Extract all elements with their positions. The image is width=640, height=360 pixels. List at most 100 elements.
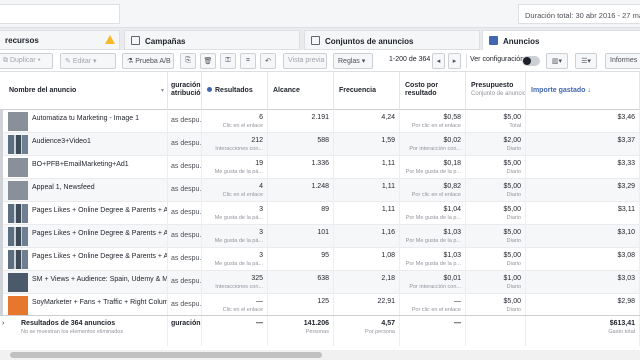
cell-freq: 22,91	[334, 294, 400, 317]
footer-summary: › Resultados de 364 anuncios No se muest…	[0, 316, 168, 346]
col-frecuencia[interactable]: Frecuencia	[334, 72, 400, 110]
account-selector[interactable]	[0, 4, 120, 24]
cell-attr-value: as despu...	[171, 140, 202, 147]
cell-res-sub: Me gusta de la pá...	[214, 261, 263, 267]
tab-conjuntos[interactable]: Conjuntos de anuncios	[304, 30, 480, 50]
cell-freq: 1,08	[334, 248, 400, 271]
next-page-icon[interactable]: ▸	[448, 53, 461, 69]
cell-spent: $3,37	[526, 133, 640, 156]
tab-recursos[interactable]: recursos	[0, 30, 120, 50]
ad-name[interactable]: Pages Likes + Online Degree & Parents + …	[32, 253, 167, 260]
ad-name[interactable]: Audience3+Video1	[32, 138, 91, 145]
cell-res-value: 19	[255, 160, 263, 167]
col-importe[interactable]: Importe gastado ↓	[526, 72, 640, 110]
cell-reach: 638	[268, 271, 334, 294]
prev-page-icon[interactable]: ◂	[432, 53, 445, 69]
col-alcance[interactable]: Alcance	[268, 72, 334, 110]
ad-name[interactable]: SoyMarketer + Fans + Traffic + Right Col…	[32, 299, 167, 306]
table-row[interactable]: Automatiza tu Marketing - Image 1 as desp…	[0, 110, 640, 133]
clipboard-icon[interactable]: ⎘	[180, 53, 196, 69]
level-tabs: recursos Campañas Conjuntos de anuncios …	[0, 28, 640, 50]
top-bar: Duración total: 30 abr 2016 - 27 may 202…	[0, 0, 640, 28]
col-presupuesto[interactable]: Presupuesto Conjunto de anuncios	[466, 72, 526, 110]
table-row[interactable]: Pages Likes + Online Degree & Parents + …	[0, 225, 640, 248]
lock-icon[interactable]: ⚿	[220, 53, 236, 69]
cell-res: — Clic en el enlace	[202, 294, 268, 317]
cell-attr-value: as despu...	[171, 163, 202, 170]
cell-res-value: 3	[259, 206, 263, 213]
cell-cost: $1,03 Por Me gusta de la p...	[400, 248, 466, 271]
columns-icon[interactable]: ▥▾	[546, 53, 568, 69]
cell-cost: $0,01 Por interacción con...	[400, 271, 466, 294]
table-row[interactable]: SM + Views + Audience: Spain, Udemy & Ma…	[0, 271, 640, 294]
ad-thumbnail	[8, 296, 28, 315]
cell-spent: $3,11	[526, 202, 640, 225]
cell-freq-value: 1,16	[381, 229, 395, 236]
cell-spent: $3,03	[526, 271, 640, 294]
ad-name[interactable]: SM + Views + Audience: Spain, Udemy & Ma…	[32, 276, 167, 283]
tab-campanas[interactable]: Campañas	[124, 30, 300, 50]
expand-icon[interactable]: ›	[2, 320, 4, 327]
ad-name-cell[interactable]: Pages Likes + Online Degree & Parents + …	[0, 202, 168, 225]
cell-budget-sub: Diario	[506, 169, 521, 175]
cell-attr: as despu...	[168, 225, 202, 248]
ad-thumbnail	[8, 158, 28, 177]
date-range-picker[interactable]: Duración total: 30 abr 2016 - 27 may 202…	[518, 4, 640, 24]
cell-spent-value: $2,98	[617, 298, 635, 305]
footer-presupuesto	[466, 316, 526, 346]
cell-cost-value: —	[454, 298, 461, 305]
cell-budget-value: $2,00	[503, 137, 521, 144]
duplicate-button[interactable]: ⧉ Duplicar ▾	[0, 53, 53, 69]
scrollbar-thumb[interactable]	[10, 352, 322, 358]
ad-name-cell[interactable]: Audience3+Video1	[0, 133, 168, 156]
cell-spent: $2,98	[526, 294, 640, 317]
table-row[interactable]: BO+PFB+EmailMarketing+Ad1 as despu... 19 Me…	[0, 156, 640, 179]
trash-icon[interactable]: 🗑	[200, 53, 216, 69]
ad-name[interactable]: BO+PFB+EmailMarketing+Ad1	[32, 161, 129, 168]
table-row[interactable]: Audience3+Video1 as despu... 212 Interaccio…	[0, 133, 640, 156]
cell-spent-value: $3,37	[617, 137, 635, 144]
ad-name[interactable]: Appeal 1, Newsfeed	[32, 184, 95, 191]
ad-name-cell[interactable]: Pages Likes + Online Degree & Parents + …	[0, 248, 168, 271]
ad-name[interactable]: Pages Likes + Online Degree & Parents + …	[32, 207, 167, 214]
ads-table: Nombre del anuncio ▾ guración atribución …	[0, 72, 640, 360]
table-row[interactable]: Pages Likes + Online Degree & Parents + …	[0, 202, 640, 225]
cell-res: 3 Me gusta de la pá...	[202, 225, 268, 248]
table-row[interactable]: SoyMarketer + Fans + Traffic + Right Col…	[0, 294, 640, 317]
footer-importe-sub: Gasto total	[608, 329, 635, 335]
ad-name-cell[interactable]: SoyMarketer + Fans + Traffic + Right Col…	[0, 294, 168, 317]
cell-budget-sub: Diario	[506, 192, 521, 198]
horizontal-scrollbar[interactable]	[0, 350, 640, 360]
reports-button[interactable]: Informes	[605, 53, 640, 69]
cell-spent-value: $3,10	[617, 229, 635, 236]
ab-test-button[interactable]: ⚗ Prueba A/B	[122, 53, 174, 69]
ad-name[interactable]: Automatiza tu Marketing - Image 1	[32, 115, 139, 122]
col-costo[interactable]: Costo por resultado	[400, 72, 466, 110]
ad-thumbnail	[8, 250, 28, 269]
ad-name[interactable]: Pages Likes + Online Degree & Parents + …	[32, 230, 167, 237]
undo-icon[interactable]: ↶	[260, 53, 276, 69]
view-config-toggle[interactable]	[522, 56, 540, 66]
ad-name-cell[interactable]: SM + Views + Audience: Spain, Udemy & Ma…	[0, 271, 168, 294]
ad-name-cell[interactable]: Pages Likes + Online Degree & Parents + …	[0, 225, 168, 248]
table-row[interactable]: Appeal 1, Newsfeed as despu... 4 Clic en el…	[0, 179, 640, 202]
table-row[interactable]: Pages Likes + Online Degree & Parents + …	[0, 248, 640, 271]
tab-conjuntos-label: Conjuntos de anuncios	[325, 37, 414, 46]
tag-icon[interactable]: ⌗	[240, 53, 256, 69]
cell-budget-sub: Diario	[506, 146, 521, 152]
edit-button[interactable]: ✎ Editar ▾	[60, 53, 116, 69]
rules-button[interactable]: Reglas ▾	[333, 53, 373, 69]
breakdown-icon[interactable]: ☰▾	[575, 53, 597, 69]
col-nombre[interactable]: Nombre del anuncio ▾	[0, 72, 168, 110]
preview-button[interactable]: Vista previa	[283, 53, 327, 69]
ad-name-cell[interactable]: BO+PFB+EmailMarketing+Ad1	[0, 156, 168, 179]
col-atribucion[interactable]: guración atribución	[168, 72, 202, 110]
tab-anuncios[interactable]: Anuncios	[482, 30, 640, 50]
ad-name-cell[interactable]: Automatiza tu Marketing - Image 1	[0, 110, 168, 133]
cell-budget: $5,00 Total	[466, 110, 526, 133]
ad-name-cell[interactable]: Appeal 1, Newsfeed	[0, 179, 168, 202]
cell-budget-sub: Diario	[506, 307, 521, 313]
col-resultados[interactable]: Resultados	[202, 72, 268, 110]
cell-attr-value: as despu...	[171, 255, 202, 262]
footer-importe: $613,41 Gasto total	[526, 316, 640, 346]
